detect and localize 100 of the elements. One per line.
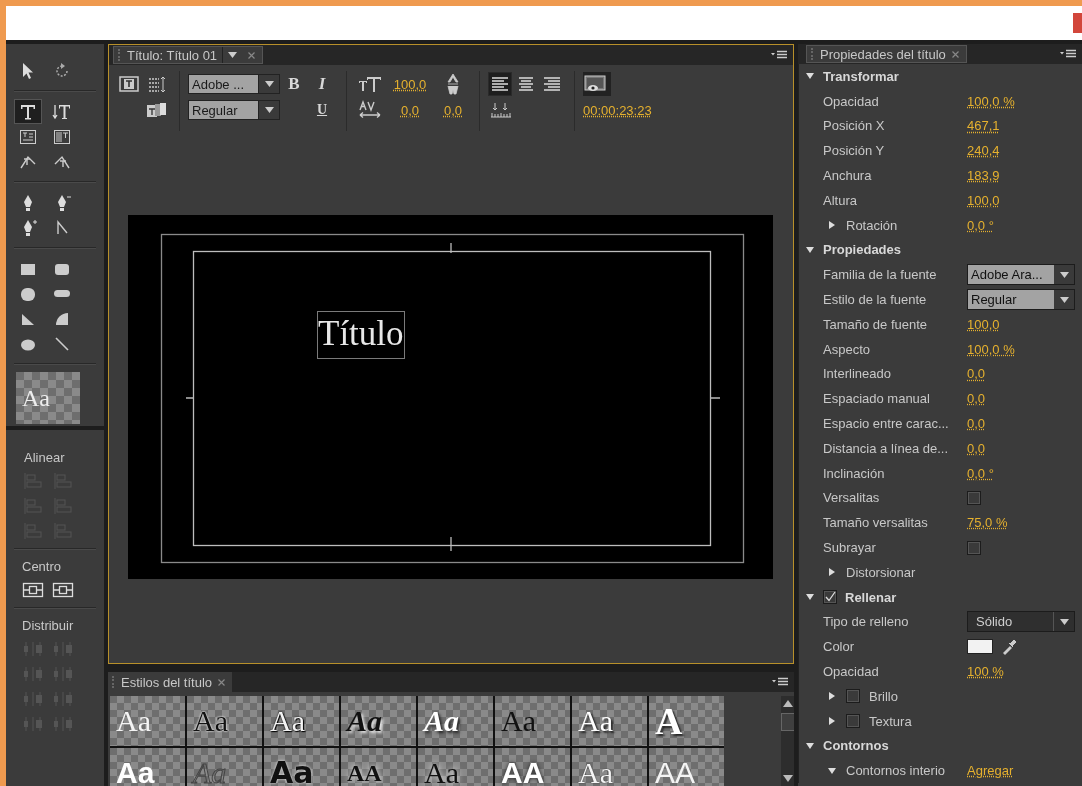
property-label: Posición Y — [823, 143, 885, 159]
tracking-value[interactable]: 0,0 — [443, 102, 463, 118]
style-swatch[interactable]: AA — [649, 748, 724, 786]
font-size-value[interactable]: 100,0 — [393, 76, 427, 92]
disclosure-triangle-icon[interactable] — [827, 691, 837, 702]
disclosure-triangle-icon[interactable] — [827, 220, 837, 231]
disclosure-triangle-icon[interactable] — [805, 244, 815, 255]
section-header[interactable]: Transformar — [823, 68, 899, 84]
style-swatch[interactable]: Aa — [418, 748, 493, 786]
style-swatch[interactable]: Aa — [264, 748, 339, 786]
italic-button[interactable]: I — [310, 73, 334, 95]
close-icon[interactable] — [247, 50, 257, 60]
style-swatch[interactable]: Aa — [418, 696, 493, 746]
checkbox[interactable] — [846, 714, 860, 729]
scroll-thumb[interactable] — [781, 713, 794, 731]
checkbox[interactable] — [967, 490, 981, 505]
close-icon[interactable] — [217, 677, 227, 687]
property-value[interactable]: 100,0 % — [967, 341, 1015, 357]
center-icon[interactable] — [52, 580, 74, 600]
property-label: Anchura — [823, 168, 872, 184]
panel-tab[interactable]: Título: Título 01 — [113, 46, 264, 64]
property-value[interactable]: 100,0 — [967, 192, 1000, 208]
style-swatch[interactable]: Aa — [572, 748, 647, 786]
monitor-icon[interactable] — [583, 74, 607, 94]
font-size-icon[interactable] — [358, 75, 382, 93]
property-dropdown[interactable]: Sólido — [967, 611, 1075, 633]
tab-label: Estilos del título — [121, 674, 213, 690]
property-value[interactable]: 0,0 — [967, 366, 986, 382]
stacked-pages-icon[interactable] — [146, 102, 168, 118]
property-value[interactable]: 0,0 ° — [967, 465, 994, 481]
style-swatch[interactable]: Aa — [187, 696, 262, 746]
property-value[interactable]: 0,0 — [967, 440, 986, 456]
disclosure-triangle-icon[interactable] — [827, 765, 837, 776]
property-value[interactable]: 100 % — [967, 664, 1004, 679]
font-family-dropdown[interactable]: Adobe ... — [188, 74, 280, 94]
style-swatch[interactable]: Aa — [341, 696, 416, 746]
title-text[interactable]: Título — [317, 311, 405, 359]
style-swatch[interactable]: Aa — [495, 696, 570, 746]
checkbox[interactable] — [846, 689, 860, 704]
timecode-value[interactable]: 00:00:23:23 — [583, 102, 652, 118]
scroll-up-icon[interactable] — [783, 700, 793, 707]
property-value[interactable]: 75,0 % — [967, 515, 1008, 531]
property-value[interactable]: 467,1 — [967, 118, 1000, 134]
property-value[interactable]: 0,0 — [967, 391, 986, 407]
section-header[interactable]: Contornos — [823, 738, 889, 754]
checkbox[interactable] — [967, 540, 981, 555]
property-group[interactable]: Brillo — [869, 688, 898, 704]
style-swatch[interactable]: AA — [495, 748, 570, 786]
tab-label: Título: Título 01 — [127, 47, 218, 63]
underline-button[interactable]: U — [310, 99, 334, 121]
property-dropdown[interactable]: Regular — [967, 289, 1075, 311]
color-swatch[interactable] — [967, 639, 993, 655]
tool-button[interactable] — [14, 99, 42, 124]
property-label: Versalitas — [823, 490, 880, 506]
style-swatch[interactable]: A — [649, 696, 724, 746]
property-dropdown[interactable]: Adobe Ara... — [967, 264, 1075, 286]
frame-icon[interactable] — [119, 75, 139, 93]
disclosure-triangle-icon[interactable] — [827, 567, 837, 578]
menu-icon[interactable] — [772, 677, 788, 687]
align-left-icon — [490, 75, 510, 93]
style-swatch[interactable]: Aa — [264, 696, 339, 746]
center-icon[interactable] — [22, 580, 44, 600]
property-group[interactable]: Textura — [869, 713, 912, 729]
property-value[interactable]: Agregar — [967, 763, 1014, 779]
section-label: Distribuir — [21, 617, 75, 635]
panel-tab[interactable]: Estilos del título — [108, 672, 233, 692]
property-value[interactable]: 183,9 — [967, 168, 1000, 184]
disclosure-triangle-icon[interactable] — [805, 740, 815, 751]
font-style-dropdown[interactable]: Regular — [188, 100, 280, 120]
property-value[interactable]: 100,0 — [967, 316, 1000, 332]
tab-label: Propiedades del título — [820, 46, 946, 62]
list-icon[interactable] — [147, 75, 167, 93]
property-value[interactable]: 0,0 ° — [967, 217, 994, 233]
property-group[interactable]: Rotación — [846, 217, 898, 233]
close-icon[interactable] — [950, 49, 960, 59]
kerning-icon[interactable] — [358, 100, 382, 120]
bold-button[interactable]: B — [282, 73, 306, 95]
property-value[interactable]: 100,0 % — [967, 93, 1015, 109]
tab-stops-icon[interactable] — [489, 101, 513, 119]
eyedropper-icon[interactable] — [1001, 638, 1017, 655]
menu-icon[interactable] — [771, 50, 787, 60]
scrollbar[interactable] — [781, 696, 794, 786]
style-swatch[interactable]: Aa — [110, 748, 185, 786]
disclosure-triangle-icon[interactable] — [827, 716, 837, 727]
section-header[interactable]: Propiedades — [823, 242, 902, 258]
style-swatch[interactable]: Aa — [110, 696, 185, 746]
panel-tab[interactable]: Propiedades del título — [806, 45, 967, 63]
align-button[interactable] — [488, 72, 512, 96]
property-group[interactable]: Distorsionar — [846, 564, 916, 580]
section-header[interactable]: Rellenar — [845, 589, 897, 605]
property-value[interactable]: 0,0 — [967, 416, 986, 432]
property-group[interactable]: Contornos interio — [846, 763, 945, 779]
property-value[interactable]: 240,4 — [967, 143, 1000, 159]
leading-icon[interactable] — [445, 73, 461, 95]
menu-icon[interactable] — [1060, 49, 1076, 59]
style-swatch[interactable]: AA — [341, 748, 416, 786]
scroll-down-icon[interactable] — [783, 775, 793, 782]
kerning-value[interactable]: 0,0 — [400, 102, 420, 118]
checkbox[interactable] — [823, 590, 837, 605]
style-swatch[interactable]: Aa — [572, 696, 647, 746]
